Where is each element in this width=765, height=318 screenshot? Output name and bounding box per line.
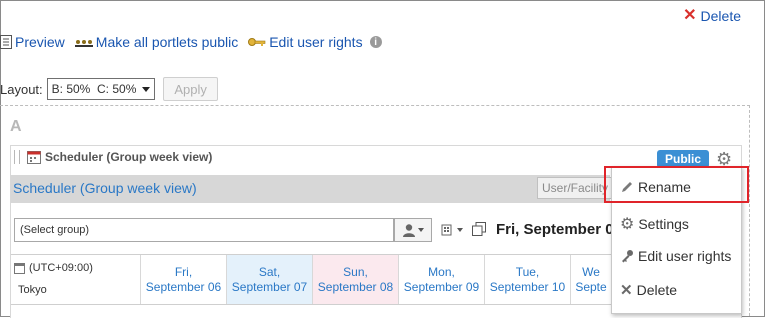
preview-label: Preview <box>15 34 65 50</box>
day-header-cell[interactable]: Fri, September 06 <box>140 255 226 304</box>
day-header-cell[interactable]: Sat, September 07 <box>226 255 312 304</box>
city-label: Tokyo <box>18 284 47 296</box>
copy-icon[interactable] <box>472 222 486 236</box>
menu-label-edit-user-rights: Edit user rights <box>638 248 732 264</box>
user-facility-field[interactable]: User/Facility <box>537 177 614 199</box>
layout-label: Layout: <box>0 81 43 97</box>
day-name: Fri, <box>174 265 193 279</box>
day-header-cell[interactable]: We Septe <box>570 255 611 304</box>
day-name: Tue, <box>515 265 540 279</box>
menu-item-settings[interactable]: ⚙ Settings <box>620 214 689 234</box>
menu-item-edit-user-rights[interactable]: Edit user rights <box>620 248 731 264</box>
zone-label: A <box>10 118 22 135</box>
group-select[interactable]: (Select group) <box>14 218 394 242</box>
day-date: Septe <box>575 280 607 294</box>
drag-handle[interactable] <box>14 150 20 164</box>
portlet-header[interactable]: Scheduler (Group week view) <box>14 150 212 164</box>
day-name: We <box>582 265 600 279</box>
preview-link[interactable]: Preview <box>0 34 65 50</box>
calendar-small-icon <box>14 262 25 274</box>
day-date: September 10 <box>489 280 566 294</box>
menu-item-delete[interactable]: ✕ Delete <box>620 281 677 299</box>
key-icon <box>248 38 266 46</box>
calendar-icon <box>27 151 41 164</box>
rename-highlight-box <box>604 166 749 203</box>
close-icon: ✕ <box>683 7 697 24</box>
close-icon: ✕ <box>620 282 633 299</box>
apply-label: Apply <box>174 81 207 97</box>
day-header-cell[interactable]: Tue, September 10 <box>484 255 570 304</box>
day-date: September 06 <box>145 280 222 294</box>
chevron-down-icon <box>457 228 463 232</box>
edit-user-rights-link[interactable]: Edit user rights i <box>248 34 382 50</box>
menu-label-delete: Delete <box>636 282 678 298</box>
make-public-link[interactable]: Make all portlets public <box>74 34 239 50</box>
portlet-header-title: Scheduler (Group week view) <box>45 150 213 164</box>
facility-icon <box>441 224 452 236</box>
day-name: Sun, <box>343 265 368 279</box>
portal-toolbar: Preview Make all portlets public Edit us… <box>0 34 392 50</box>
day-name: Mon, <box>428 265 455 279</box>
chevron-down-icon <box>142 86 151 92</box>
user-select-button[interactable] <box>394 218 432 242</box>
day-date: September 07 <box>231 280 308 294</box>
preview-icon <box>0 35 12 49</box>
user-icon <box>403 224 415 237</box>
edit-rights-label: Edit user rights <box>269 34 363 50</box>
info-icon[interactable]: i <box>369 36 382 48</box>
facility-select-button[interactable] <box>436 218 468 242</box>
timezone-text: (UTC+09:00) <box>29 262 93 274</box>
layout-row: Layout: B: 50% C: 50% Apply <box>0 77 218 101</box>
day-name: Sat, <box>258 265 281 279</box>
week-date-title: Fri, September 0 <box>496 221 614 238</box>
day-date: September 09 <box>403 280 480 294</box>
day-header-cell[interactable]: Mon, September 09 <box>398 255 484 304</box>
day-date: September 08 <box>317 280 394 294</box>
menu-label-settings: Settings <box>638 216 689 232</box>
gear-icon: ⚙ <box>620 216 635 233</box>
grid-row-divider <box>11 304 611 305</box>
delete-page-button[interactable]: ✕ Delete <box>683 7 741 25</box>
public-portlets-icon <box>74 40 93 47</box>
layout-select-value: B: 50% C: 50% <box>51 82 137 96</box>
make-public-label: Make all portlets public <box>95 34 239 50</box>
day-header-cell[interactable]: Sun, September 08 <box>312 255 398 304</box>
portlet-title-link[interactable]: Scheduler (Group week view) <box>13 180 197 196</box>
timezone-label: (UTC+09:00) <box>14 262 93 274</box>
apply-button[interactable]: Apply <box>163 77 218 101</box>
delete-label: Delete <box>700 8 741 24</box>
layout-select[interactable]: B: 50% C: 50% <box>46 78 156 100</box>
key-icon <box>622 250 633 263</box>
chevron-down-icon <box>418 228 424 232</box>
